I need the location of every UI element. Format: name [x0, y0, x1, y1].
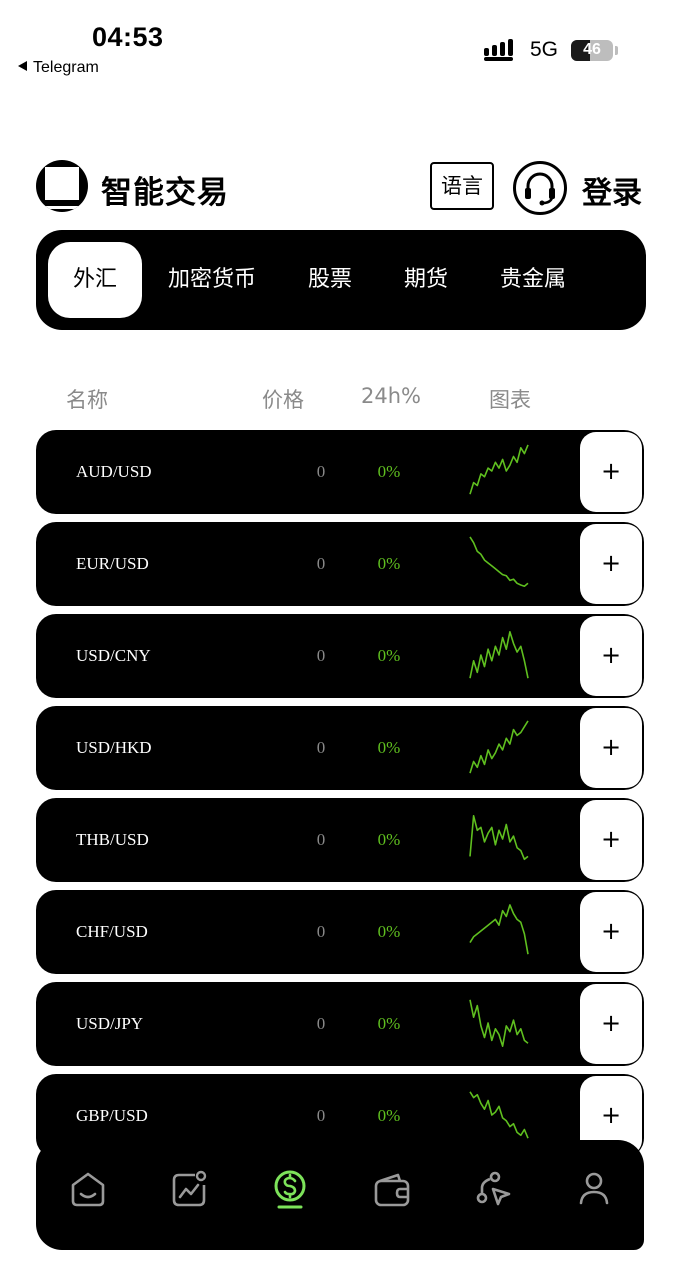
profile-icon [579, 1172, 609, 1205]
add-watchlist-button[interactable]: + [580, 616, 642, 696]
tab-stocks[interactable]: 股票 [298, 242, 362, 318]
login-button[interactable]: 登录 [582, 168, 642, 212]
column-24h-change: 24h% [361, 384, 421, 408]
sparkline-path [469, 536, 529, 588]
app-header: 智能交易 语言 登录 [0, 150, 682, 220]
network-type: 5G [530, 38, 559, 61]
column-chart: 图表 [489, 388, 531, 412]
sparkline-path [469, 444, 529, 495]
sparkline-path [469, 999, 529, 1048]
tab-crypto[interactable]: 加密货币 [158, 242, 266, 318]
table-row[interactable]: USD/JPY 0 0% + [36, 982, 644, 1066]
change-value: 0% [377, 738, 401, 757]
table-row[interactable]: CHF/USD 0 0% + [36, 890, 644, 974]
battery-icon: 46 [571, 40, 613, 61]
trade-dollar-icon [274, 1170, 306, 1209]
change-value: 0% [377, 922, 401, 941]
back-app-label: Telegram [33, 59, 99, 76]
sparkline-path [469, 631, 529, 679]
sparkline-chart [469, 720, 529, 774]
table-row[interactable]: USD/HKD 0 0% + [36, 706, 644, 790]
nav-home[interactable] [68, 1168, 108, 1210]
price-value: 0 [316, 922, 326, 941]
add-watchlist-button[interactable]: + [580, 524, 642, 604]
change-value: 0% [377, 462, 401, 481]
back-arrow-icon [18, 61, 27, 71]
price-value: 0 [316, 738, 326, 757]
support-button[interactable] [513, 161, 567, 215]
nav-share[interactable] [473, 1168, 513, 1210]
column-name: 名称 [66, 388, 108, 412]
sparkline-chart [469, 815, 529, 861]
logo-icon [36, 160, 88, 212]
home-icon [71, 1172, 105, 1207]
pair-name: USD/JPY [76, 1014, 144, 1033]
add-watchlist-button[interactable]: + [580, 708, 642, 788]
table-row[interactable]: EUR/USD 0 0% + [36, 522, 644, 606]
battery-cap [615, 46, 618, 55]
pair-name: EUR/USD [76, 554, 149, 573]
add-watchlist-button[interactable]: + [580, 984, 642, 1064]
sparkline-path [469, 1091, 529, 1139]
page-title: 智能交易 [101, 175, 229, 211]
signal-icon [484, 38, 520, 62]
add-watchlist-button[interactable]: + [580, 892, 642, 972]
change-value: 0% [377, 554, 401, 573]
nav-profile[interactable] [574, 1168, 614, 1210]
language-button[interactable]: 语言 [430, 162, 494, 210]
column-price: 价格 [262, 388, 304, 412]
table-row[interactable]: THB/USD 0 0% + [36, 798, 644, 882]
share-icon [476, 1171, 511, 1206]
pair-name: USD/CNY [76, 646, 151, 665]
sparkline-chart [469, 1091, 529, 1139]
price-value: 0 [316, 1014, 326, 1033]
status-bar: 04:53 Telegram 5G 46 [0, 0, 682, 90]
change-value: 0% [377, 1014, 401, 1033]
add-watchlist-button[interactable]: + [580, 800, 642, 880]
sparkline-chart [469, 904, 529, 955]
add-watchlist-button[interactable]: + [580, 432, 642, 512]
nav-trade[interactable] [270, 1168, 310, 1210]
change-value: 0% [377, 646, 401, 665]
pair-name: CHF/USD [76, 922, 148, 941]
battery-percent: 46 [583, 41, 601, 58]
pair-name: AUD/USD [76, 462, 152, 481]
nav-wallet[interactable] [372, 1168, 412, 1210]
back-to-app-link[interactable]: Telegram [18, 59, 99, 77]
nav-market[interactable] [169, 1168, 209, 1210]
pair-name: THB/USD [76, 830, 149, 849]
price-value: 0 [316, 646, 326, 665]
headset-icon [525, 172, 555, 206]
status-time: 04:53 [92, 22, 164, 52]
sparkline-chart [469, 444, 529, 495]
tab-futures[interactable]: 期货 [394, 242, 458, 318]
sparkline-path [469, 904, 529, 955]
price-value: 0 [316, 554, 326, 573]
price-value: 0 [316, 462, 326, 481]
sparkline-chart [469, 631, 529, 679]
category-tabs: 外汇 加密货币 股票 期货 贵金属 [36, 230, 646, 330]
market-chart-icon [172, 1170, 207, 1207]
table-header: 名称 价格 24h% 图表 [0, 384, 682, 418]
wallet-icon [374, 1173, 410, 1207]
sparkline-chart [469, 999, 529, 1048]
price-value: 0 [316, 830, 326, 849]
table-row[interactable]: USD/CNY 0 0% + [36, 614, 644, 698]
table-row[interactable]: AUD/USD 0 0% + [36, 430, 644, 514]
pair-name: USD/HKD [76, 738, 152, 757]
tab-precious-metals[interactable]: 贵金属 [492, 242, 574, 318]
sparkline-path [469, 815, 529, 861]
tab-forex[interactable]: 外汇 [48, 242, 142, 318]
sparkline-chart [469, 536, 529, 588]
sparkline-path [469, 720, 529, 774]
bottom-nav [36, 1140, 644, 1250]
change-value: 0% [377, 830, 401, 849]
